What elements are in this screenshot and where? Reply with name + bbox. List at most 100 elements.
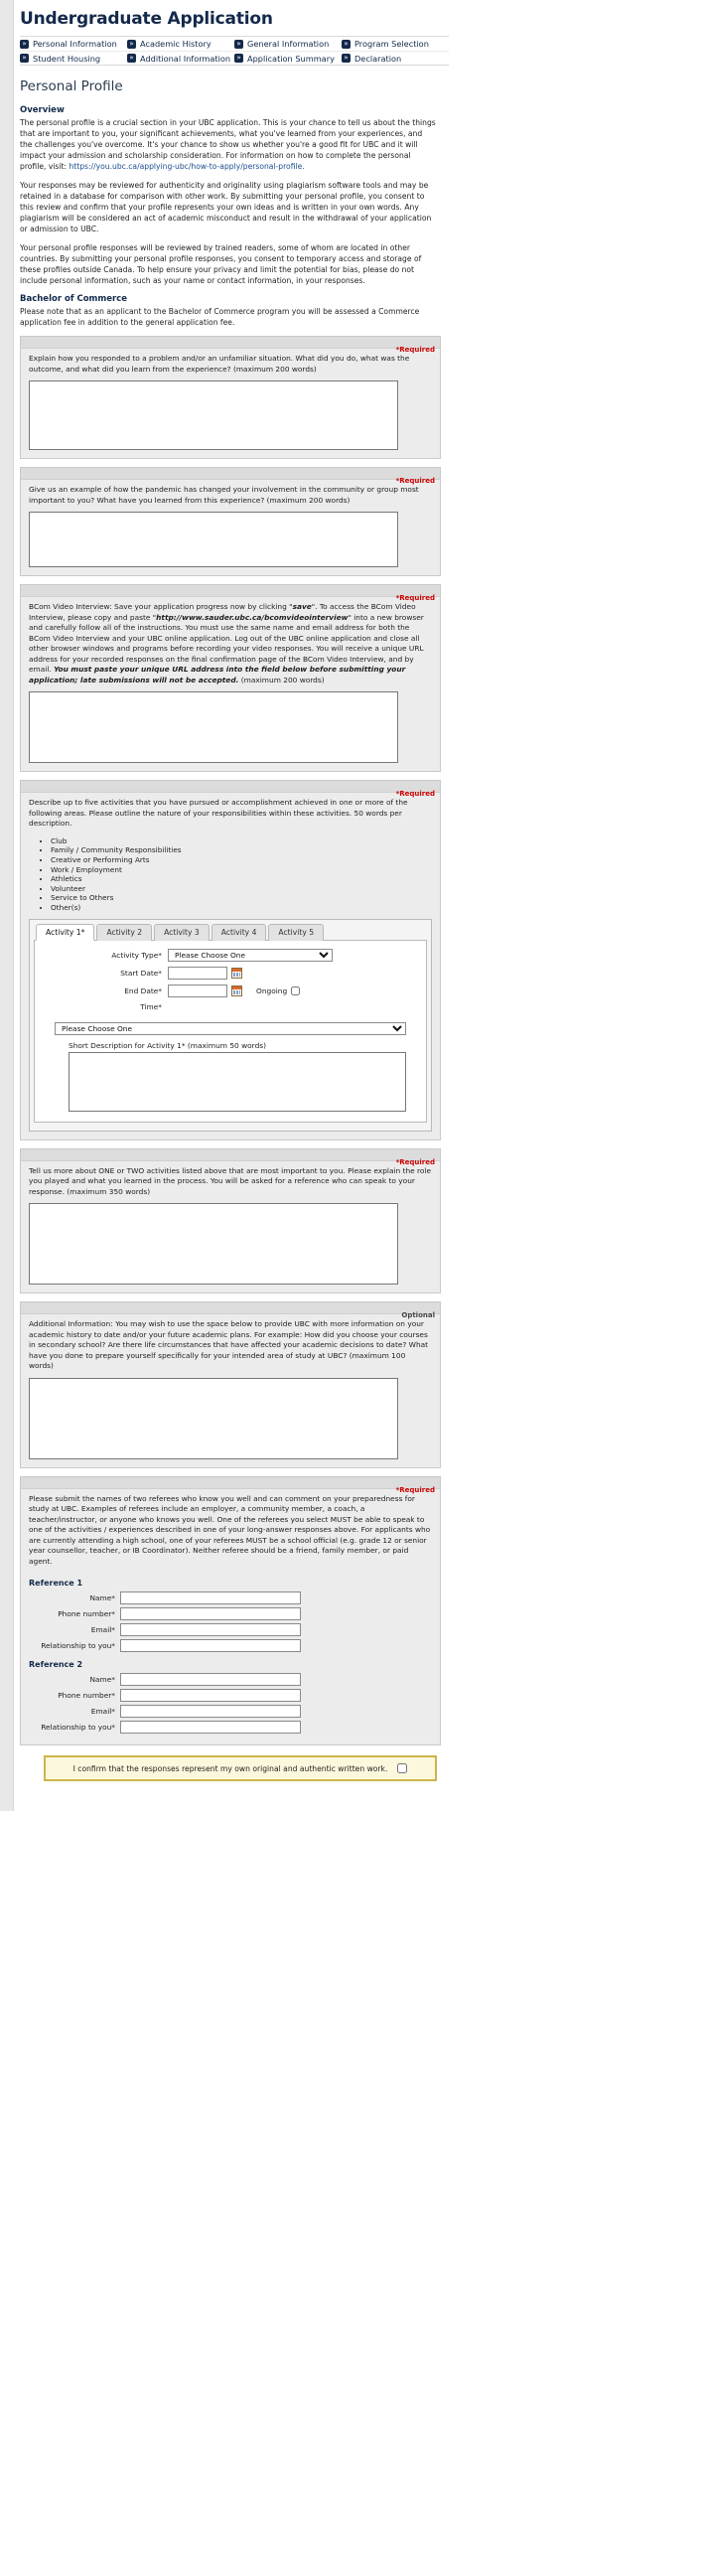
- start-date-input[interactable]: [168, 966, 227, 980]
- time-select[interactable]: Please Choose One: [55, 1021, 406, 1035]
- nav-item-academic-history[interactable]: Academic History: [127, 39, 234, 49]
- tab-activity-5[interactable]: Activity 5: [268, 923, 325, 941]
- required-badge: *Required: [395, 477, 435, 486]
- short-description-textarea[interactable]: [69, 1051, 406, 1112]
- nav-item-student-housing[interactable]: Student Housing: [20, 54, 127, 64]
- end-date-input[interactable]: [168, 984, 227, 997]
- answer-textarea-problem[interactable]: [29, 380, 398, 451]
- question-panel-problem: *Required Explain how you responded to a…: [20, 336, 441, 460]
- question-panel-activities: *Required Describe up to five activities…: [20, 780, 441, 1140]
- nav-label: Declaration: [354, 53, 402, 64]
- required-bar: Optional: [21, 1302, 440, 1319]
- required-badge: *Required: [395, 1485, 435, 1494]
- nav-item-general-information[interactable]: General Information: [234, 39, 342, 49]
- reference-1-name-row: Name*: [21, 1591, 440, 1605]
- activity-type-select[interactable]: Please Choose One: [168, 948, 333, 962]
- list-item: Work / Employment: [51, 865, 440, 875]
- nav-item-additional-information[interactable]: Additional Information: [127, 54, 234, 64]
- bcom-video-url: http://www.sauder.ubc.ca/bcomvideointerv…: [156, 612, 349, 622]
- time-label: Time*: [140, 1001, 162, 1011]
- reference-1-relationship-row: Relationship to you*: [21, 1639, 440, 1653]
- chevron-double-right-icon: [234, 54, 243, 63]
- chevron-double-right-icon: [20, 39, 29, 49]
- answer-textarea-bcom-video[interactable]: [29, 691, 398, 764]
- nav-label: Additional Information: [140, 53, 231, 64]
- list-item: Creative or Performing Arts: [51, 855, 440, 865]
- page-content: Undergraduate Application Personal Infor…: [14, 0, 451, 1811]
- chevron-double-right-icon: [342, 39, 351, 49]
- reference-field-label: Phone number*: [58, 1691, 115, 1701]
- left-rail: [0, 0, 14, 1812]
- additional-info-prompt: Additional Information: You may wish to …: [29, 1319, 429, 1371]
- start-date-label: Start Date*: [120, 968, 162, 978]
- application-page: Undergraduate Application Personal Infor…: [0, 0, 703, 1812]
- question-panel-pandemic: *Required Give us an example of how the …: [20, 467, 441, 577]
- bcom-text-4: (maximum 200 words): [238, 675, 325, 684]
- bcom-video-prompt: BCom Video Interview: Save your applicat…: [21, 597, 440, 689]
- required-badge: *Required: [395, 594, 435, 603]
- activity-1-panel: Activity Type* Please Choose One Start D…: [34, 940, 427, 1123]
- question-panel-references: *Required Please submit the names of two…: [20, 1475, 441, 1746]
- reference-2-name-input[interactable]: [120, 1673, 301, 1687]
- tab-activity-1[interactable]: Activity 1*: [36, 923, 95, 941]
- activities-prompt: Describe up to five activities that you …: [29, 798, 408, 829]
- confirmation-text: I confirm that the responses represent m…: [72, 1763, 388, 1773]
- required-bar: *Required: [21, 781, 440, 798]
- nav-item-program-selection[interactable]: Program Selection: [342, 39, 449, 49]
- required-bar: *Required: [21, 468, 440, 485]
- reference-2-relationship-input[interactable]: [120, 1721, 301, 1735]
- question-panel-additional-info: Optional Additional Information: You may…: [20, 1301, 441, 1468]
- activity-tabstrip: Activity 1* Activity 2 Activity 3 Activi…: [34, 923, 427, 941]
- reference-field-label: Relationship to you*: [41, 1723, 115, 1733]
- optional-badge: Optional: [401, 1311, 435, 1320]
- answer-textarea-important-activity[interactable]: [29, 1203, 398, 1286]
- reference-2-phone-input[interactable]: [120, 1689, 301, 1703]
- end-date-row: End Date* Ongoing: [41, 984, 420, 997]
- nav-label: Application Summary: [247, 53, 335, 64]
- reference-1-email-row: Email*: [21, 1623, 440, 1637]
- question-panel-important-activity: *Required Tell us more about ONE or TWO …: [20, 1147, 441, 1294]
- bcom-text-1: BCom Video Interview: Save your applicat…: [29, 602, 293, 612]
- reference-1-phone-input[interactable]: [120, 1607, 301, 1621]
- answer-textarea-pandemic[interactable]: [29, 512, 398, 568]
- nav-item-declaration[interactable]: Declaration: [342, 54, 449, 64]
- required-badge: *Required: [395, 1157, 435, 1166]
- required-bar: *Required: [21, 337, 440, 354]
- tab-activity-3[interactable]: Activity 3: [154, 923, 210, 941]
- chevron-double-right-icon: [342, 54, 351, 63]
- end-date-label: End Date*: [124, 985, 162, 995]
- short-description-label: Short Description for Activity 1* (maxim…: [69, 1040, 266, 1050]
- overview-paragraph-3: Your personal profile responses will be …: [20, 243, 422, 285]
- reference-2-email-input[interactable]: [120, 1705, 301, 1719]
- reference-1-name-input[interactable]: [120, 1591, 301, 1605]
- answer-textarea-additional-info[interactable]: [29, 1377, 398, 1459]
- activity-type-row: Activity Type* Please Choose One: [41, 948, 420, 962]
- tab-activity-2[interactable]: Activity 2: [96, 923, 153, 941]
- tab-activity-4[interactable]: Activity 4: [211, 923, 267, 941]
- nav-label: Personal Information: [33, 39, 117, 49]
- references-prompt: Please submit the names of two referees …: [29, 1493, 431, 1566]
- ongoing-label: Ongoing: [256, 985, 288, 995]
- question-prompt: Give us an example of how the pandemic h…: [29, 485, 419, 505]
- reference-field-label: Name*: [89, 1675, 116, 1685]
- nav-item-personal-information[interactable]: Personal Information: [20, 39, 127, 49]
- nav-label: General Information: [247, 39, 330, 49]
- calendar-icon[interactable]: [231, 967, 242, 979]
- time-row: Time*: [41, 1002, 420, 1011]
- chevron-double-right-icon: [127, 54, 136, 63]
- required-bar: *Required: [21, 1476, 440, 1494]
- confirmation-checkbox[interactable]: [397, 1763, 408, 1774]
- nav-label: Academic History: [140, 39, 211, 49]
- nav-item-application-summary[interactable]: Application Summary: [234, 54, 342, 64]
- reference-field-label: Email*: [90, 1707, 115, 1717]
- personal-profile-link[interactable]: https://you.ubc.ca/applying-ubc/how-to-a…: [69, 162, 304, 171]
- calendar-icon[interactable]: [231, 985, 242, 996]
- chevron-double-right-icon: [234, 39, 243, 49]
- reference-1-relationship-input[interactable]: [120, 1639, 301, 1653]
- reference-1-email-input[interactable]: [120, 1623, 301, 1637]
- ongoing-checkbox[interactable]: [291, 985, 301, 995]
- list-item: Other(s): [51, 903, 440, 913]
- bcom-paragraph: Please note that as an applicant to the …: [20, 307, 420, 327]
- list-item: Service to Others: [51, 893, 440, 903]
- nav-row-2: Student Housing Additional Information A…: [20, 51, 449, 65]
